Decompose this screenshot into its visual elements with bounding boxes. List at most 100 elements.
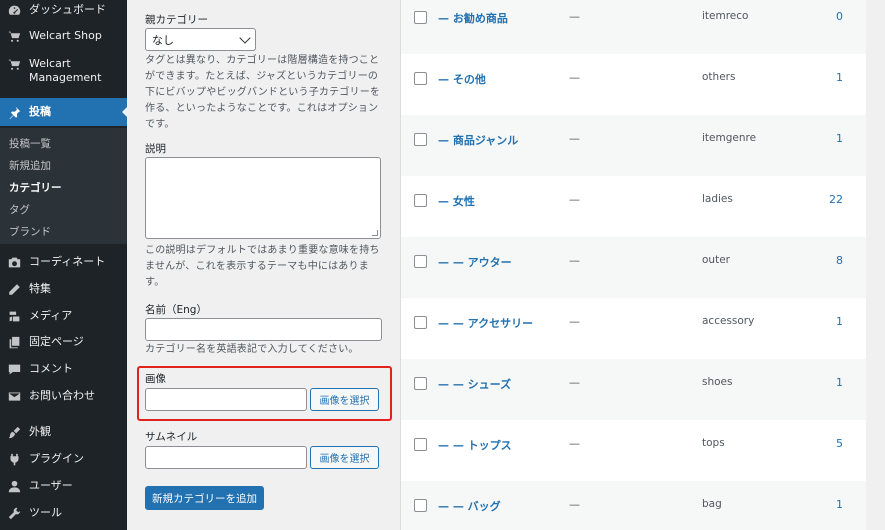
menu-label: Welcart Management <box>29 57 102 84</box>
menu-item-pages[interactable]: 固定ページ <box>0 335 127 349</box>
page-icon <box>7 335 21 349</box>
category-count[interactable]: 1 <box>836 498 843 511</box>
pushpin-icon <box>7 105 21 119</box>
menu-item-posts[interactable]: 投稿 <box>0 98 127 126</box>
category-slug: others <box>702 71 736 83</box>
menu-item-welcart-shop[interactable]: Welcart Shop <box>0 29 127 43</box>
row-checkbox[interactable] <box>414 438 427 451</box>
cart-icon <box>7 29 21 43</box>
user-icon <box>7 479 21 493</box>
category-count[interactable]: 8 <box>836 254 843 267</box>
menu-label: コメント <box>29 362 73 375</box>
row-checkbox[interactable] <box>414 133 427 146</box>
parent-category-help: タグとは異なり、カテゴリーは階層構造を持つことができます。たとえば、ジャズという… <box>145 55 381 130</box>
wrench-icon <box>7 506 21 520</box>
name-eng-help: カテゴリー名を英語表記で入力してください。 <box>145 344 359 355</box>
row-checkbox[interactable] <box>414 316 427 329</box>
menu-label: コーディネート <box>29 255 106 268</box>
category-name-link[interactable]: — — シューズ <box>438 376 511 392</box>
select-thumbnail-button[interactable]: 画像を選択 <box>310 446 379 469</box>
category-description: — <box>569 254 580 267</box>
page-background-edge <box>866 0 885 530</box>
mail-icon <box>7 389 21 403</box>
category-name-link[interactable]: — 商品ジャンル <box>438 132 518 148</box>
menu-item-users[interactable]: ユーザー <box>0 479 127 493</box>
menu-item-welcart-management[interactable]: Welcart Management <box>0 57 127 85</box>
categories-table: — お勧め商品 — itemreco 0 — その他 — others 1 — … <box>400 0 867 530</box>
submenu-item-categories[interactable]: カテゴリー <box>9 180 62 195</box>
menu-item-tools[interactable]: ツール <box>0 506 127 520</box>
category-count[interactable]: 1 <box>836 71 843 84</box>
description-label: 説明 <box>145 143 166 155</box>
menu-label: Welcart Shop <box>29 29 102 42</box>
submenu-item-all-posts[interactable]: 投稿一覧 <box>9 136 51 151</box>
category-description: — <box>569 498 580 511</box>
category-name-link[interactable]: — その他 <box>438 71 486 87</box>
category-name-link[interactable]: — お勧め商品 <box>438 10 508 26</box>
table-row: — 商品ジャンル — itemgenre 1 <box>401 115 867 176</box>
menu-item-appearance[interactable]: 外観 <box>0 425 127 439</box>
chevron-down-icon <box>239 31 251 44</box>
comment-icon <box>7 362 21 376</box>
category-count[interactable]: 5 <box>836 437 843 450</box>
menu-item-plugins[interactable]: プラグイン <box>0 452 127 466</box>
table-row: — — トップス — tops 5 <box>401 420 867 481</box>
category-slug: tops <box>702 437 725 449</box>
row-checkbox[interactable] <box>414 255 427 268</box>
pencil-icon <box>7 282 21 296</box>
table-row: — — バッグ — bag 1 <box>401 481 867 530</box>
menu-item-contact[interactable]: お問い合わせ <box>0 389 127 403</box>
category-count[interactable]: 1 <box>836 376 843 389</box>
row-checkbox[interactable] <box>414 499 427 512</box>
parent-category-select[interactable]: なし <box>145 28 256 51</box>
table-row: — — アクセサリー — accessory 1 <box>401 298 867 359</box>
submenu-item-add-new[interactable]: 新規追加 <box>9 158 51 173</box>
category-count[interactable]: 0 <box>836 10 843 23</box>
menu-item-comments[interactable]: コメント <box>0 362 127 376</box>
name-eng-input[interactable] <box>145 318 382 341</box>
table-row: — 女性 — ladies 22 <box>401 176 867 237</box>
category-count[interactable]: 1 <box>836 315 843 328</box>
submenu-item-tags[interactable]: タグ <box>9 202 30 217</box>
table-row: — お勧め商品 — itemreco 0 <box>401 0 867 54</box>
select-image-button[interactable]: 画像を選択 <box>310 388 379 411</box>
appearance-icon <box>7 425 21 439</box>
table-row: — その他 — others 1 <box>401 54 867 115</box>
category-slug: bag <box>702 498 722 510</box>
category-description: — <box>569 376 580 389</box>
resize-handle[interactable] <box>372 230 378 236</box>
dashboard-icon <box>7 3 21 17</box>
submenu-item-brand[interactable]: ブランド <box>9 224 51 239</box>
add-new-category-button[interactable]: 新規カテゴリーを追加 <box>145 486 264 510</box>
category-name-link[interactable]: — — バッグ <box>438 498 501 514</box>
menu-item-coordinate[interactable]: コーディネート <box>0 255 127 269</box>
table-row: — — アウター — outer 8 <box>401 237 867 298</box>
cart-icon <box>7 57 21 71</box>
image-label: 画像 <box>145 373 166 385</box>
category-slug: shoes <box>702 376 733 388</box>
menu-label: 固定ページ <box>29 335 84 348</box>
category-name-link[interactable]: — — トップス <box>438 437 512 453</box>
menu-item-feature[interactable]: 特集 <box>0 282 127 296</box>
category-description: — <box>569 193 580 206</box>
category-count[interactable]: 22 <box>829 193 843 206</box>
category-slug: outer <box>702 254 730 266</box>
image-input[interactable] <box>145 388 307 411</box>
thumbnail-input[interactable] <box>145 446 307 469</box>
row-checkbox[interactable] <box>414 11 427 24</box>
category-name-link[interactable]: — — アクセサリー <box>438 315 533 331</box>
menu-item-dashboard[interactable]: ダッシュボード <box>0 3 127 17</box>
row-checkbox[interactable] <box>414 194 427 207</box>
row-checkbox[interactable] <box>414 72 427 85</box>
menu-label: ユーザー <box>29 479 73 492</box>
description-textarea[interactable] <box>145 157 381 239</box>
row-checkbox[interactable] <box>414 377 427 390</box>
add-category-form: 親カテゴリー なし タグとは異なり、カテゴリーは階層構造を持つことができます。た… <box>127 0 400 530</box>
category-slug: itemreco <box>702 10 749 22</box>
menu-label: 特集 <box>29 282 51 295</box>
menu-item-media[interactable]: メディア <box>0 309 127 323</box>
category-name-link[interactable]: — — アウター <box>438 254 512 270</box>
category-count[interactable]: 1 <box>836 132 843 145</box>
category-name-link[interactable]: — 女性 <box>438 193 475 209</box>
media-icon <box>7 309 21 323</box>
